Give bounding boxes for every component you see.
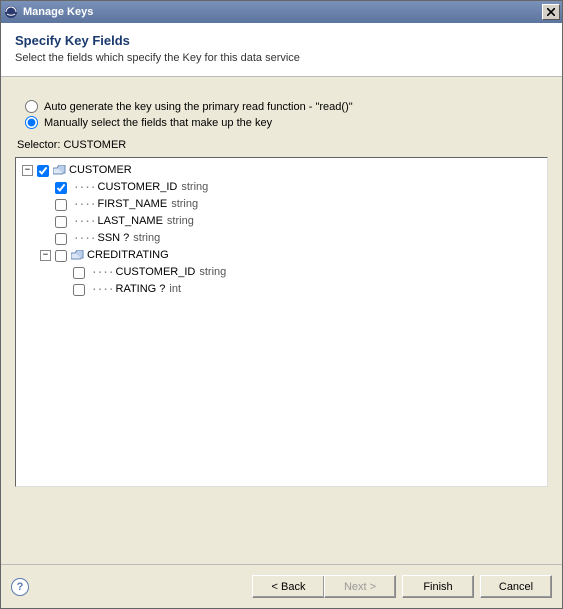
tree-connector-icon: ···· (91, 281, 114, 298)
tree-node-type: string (199, 264, 226, 281)
field-tree[interactable]: − CUSTOMER···· CUSTOMER_IDstring···· FIR… (15, 157, 548, 487)
tree-checkbox[interactable] (73, 267, 85, 279)
element-icon (53, 165, 67, 177)
tree-node-type: string (133, 230, 160, 247)
finish-button[interactable]: Finish (402, 575, 474, 598)
tree-twister[interactable]: − (22, 165, 33, 176)
tree-node-label: FIRST_NAME (98, 196, 168, 213)
tree-connector-icon: ···· (73, 179, 96, 196)
tree-row: − CUSTOMER (22, 162, 541, 179)
tree-checkbox[interactable] (73, 284, 85, 296)
radio-auto-input[interactable] (25, 100, 38, 113)
radio-manual-select[interactable]: Manually select the fields that make up … (25, 116, 548, 129)
titlebar: Manage Keys (1, 1, 562, 23)
app-icon (3, 4, 19, 20)
tree-checkbox[interactable] (55, 216, 67, 228)
button-bar: ? < Back Next > Finish Cancel (1, 564, 562, 608)
tree-node-type: string (181, 179, 208, 196)
back-button[interactable]: < Back (252, 575, 324, 598)
tree-row: ···· CUSTOMER_IDstring (22, 264, 541, 281)
tree-row: ···· FIRST_NAMEstring (22, 196, 541, 213)
tree-node-type: string (171, 196, 198, 213)
tree-node-label: CUSTOMER (69, 162, 132, 179)
tree-node-label: SSN ? (98, 230, 130, 247)
tree-node-label: CUSTOMER_ID (98, 179, 178, 196)
tree-row: ···· RATING ?int (22, 281, 541, 298)
tree-node-label: RATING ? (116, 281, 166, 298)
tree-checkbox[interactable] (55, 182, 67, 194)
tree-connector-icon: ···· (73, 196, 96, 213)
tree-node-label: CUSTOMER_ID (116, 264, 196, 281)
element-icon (71, 250, 85, 262)
tree-twister[interactable]: − (40, 250, 51, 261)
tree-node-type: string (167, 213, 194, 230)
tree-checkbox[interactable] (55, 250, 67, 262)
tree-row: ···· CUSTOMER_IDstring (22, 179, 541, 196)
radio-manual-input[interactable] (25, 116, 38, 129)
close-icon (547, 8, 555, 16)
tree-row: − CREDITRATING (22, 247, 541, 264)
tree-connector-icon: ···· (73, 213, 96, 230)
tree-row: ···· LAST_NAMEstring (22, 213, 541, 230)
next-button: Next > (324, 575, 396, 598)
tree-node-label: LAST_NAME (98, 213, 163, 230)
tree-connector-icon: ···· (73, 230, 96, 247)
radio-manual-label: Manually select the fields that make up … (44, 117, 272, 129)
content-area: Auto generate the key using the primary … (1, 77, 562, 497)
wizard-header: Specify Key Fields Select the fields whi… (1, 23, 562, 77)
tree-checkbox[interactable] (55, 233, 67, 245)
close-button[interactable] (542, 4, 560, 20)
tree-checkbox[interactable] (37, 165, 49, 177)
radio-auto-generate[interactable]: Auto generate the key using the primary … (25, 100, 548, 113)
window-title: Manage Keys (23, 6, 542, 18)
tree-node-label: CREDITRATING (87, 247, 169, 264)
page-title: Specify Key Fields (15, 33, 548, 48)
tree-node-type: int (169, 281, 181, 298)
page-subtitle: Select the fields which specify the Key … (15, 52, 548, 64)
tree-row: ···· SSN ?string (22, 230, 541, 247)
radio-auto-label: Auto generate the key using the primary … (44, 101, 353, 113)
help-button[interactable]: ? (11, 578, 29, 596)
tree-connector-icon: ···· (91, 264, 114, 281)
tree-checkbox[interactable] (55, 199, 67, 211)
cancel-button[interactable]: Cancel (480, 575, 552, 598)
selector-label: Selector: CUSTOMER (17, 139, 548, 151)
